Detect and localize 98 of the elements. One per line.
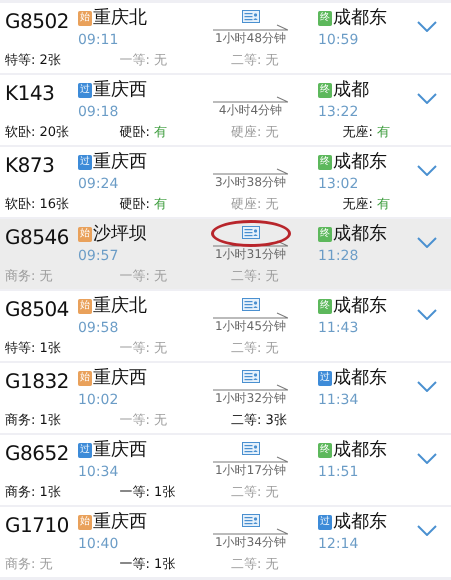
seat-availability: 二等: 无 <box>230 557 280 573</box>
departure-time: 11:28 <box>318 247 360 265</box>
travel-duration: 1小时48分钟 <box>214 31 287 46</box>
chevron-down-icon[interactable] <box>417 309 437 320</box>
seat-availability: 商务: 1张 <box>5 413 62 429</box>
travel-duration: 1小时32分钟 <box>214 391 287 406</box>
travel-duration: 3小时38分钟 <box>214 175 287 190</box>
station-badge: 终 <box>318 226 332 242</box>
seat-availability: 一等: 无 <box>118 269 168 285</box>
station-name: 重庆北 <box>93 295 147 317</box>
departure-time: 09:18 <box>78 103 120 121</box>
departure-time: 10:02 <box>78 391 120 409</box>
station-name: 成都 <box>333 79 369 101</box>
seat-availability: 特等: 1张 <box>5 341 62 357</box>
station-name: 重庆西 <box>93 511 147 533</box>
travel-duration: 1小时45分钟 <box>214 319 287 334</box>
station-name: 重庆西 <box>93 79 147 101</box>
station-badge: 终 <box>318 154 332 170</box>
station-name: 成都东 <box>333 151 387 173</box>
station-badge: 始 <box>78 10 92 26</box>
seat-availability: 一等: 无 <box>118 53 168 69</box>
seat-availability: 硬座: 无 <box>230 125 280 141</box>
chevron-down-icon[interactable] <box>417 21 437 32</box>
station-name: 成都东 <box>333 223 387 245</box>
seat-availability: 无座: 有 <box>342 125 392 141</box>
seat-availability: 商务: 1张 <box>5 485 62 501</box>
station-name: 成都东 <box>333 367 387 389</box>
station-badge: 终 <box>318 10 332 26</box>
station-badge: 终 <box>318 442 332 458</box>
train-number: K143 <box>4 80 56 107</box>
station-name: 重庆西 <box>93 439 147 461</box>
seat-availability: 商务: 无 <box>5 269 54 285</box>
train-number: G8504 <box>4 296 70 323</box>
station-name: 沙坪坝 <box>93 223 147 245</box>
train-number: G8652 <box>4 440 70 467</box>
station-badge: 过 <box>78 82 92 98</box>
chevron-down-icon[interactable] <box>417 165 437 176</box>
travel-duration: 1小时31分钟 <box>214 247 287 262</box>
train-number: G1710 <box>4 512 70 539</box>
seat-availability: 二等: 无 <box>230 53 280 69</box>
departure-time: 10:40 <box>78 535 120 553</box>
train-number: G8546 <box>4 224 70 251</box>
seat-availability: 一等: 1张 <box>118 485 176 501</box>
station-name: 重庆西 <box>93 151 147 173</box>
travel-duration: 4小时4分钟 <box>218 103 284 118</box>
seat-availability: 无座: 有 <box>342 197 392 213</box>
station-badge: 始 <box>78 514 92 530</box>
departure-time: 11:51 <box>318 463 360 481</box>
chevron-down-icon[interactable] <box>417 453 437 464</box>
station-name: 重庆西 <box>93 367 147 389</box>
chevron-down-icon[interactable] <box>417 381 437 392</box>
seat-availability: 商务: 无 <box>5 557 54 573</box>
departure-time: 09:58 <box>78 319 120 337</box>
seat-availability: 二等: 无 <box>230 341 280 357</box>
station-name: 成都东 <box>333 511 387 533</box>
station-badge: 始 <box>78 226 92 242</box>
seat-availability: 硬卧: 有 <box>118 197 168 213</box>
travel-duration: 1小时17分钟 <box>214 463 287 478</box>
train-number: K873 <box>4 152 56 179</box>
departure-time: 09:24 <box>78 175 120 193</box>
seat-availability: 一等: 1张 <box>118 557 176 573</box>
station-badge: 过 <box>78 442 92 458</box>
station-badge: 过 <box>318 370 332 386</box>
chevron-down-icon[interactable] <box>417 93 437 104</box>
seat-availability: 二等: 无 <box>230 269 280 285</box>
train-number: G1832 <box>4 368 70 395</box>
chevron-down-icon[interactable] <box>417 237 437 248</box>
travel-duration: 1小时34分钟 <box>214 535 287 550</box>
station-badge: 过 <box>78 154 92 170</box>
departure-time: 13:02 <box>318 175 360 193</box>
train-number: G8502 <box>4 8 70 35</box>
station-badge: 终 <box>318 298 332 314</box>
station-name: 成都东 <box>333 439 387 461</box>
seat-availability: 一等: 无 <box>118 413 168 429</box>
departure-time: 11:34 <box>318 391 360 409</box>
departure-time: 09:57 <box>78 247 120 265</box>
seat-availability: 硬卧: 有 <box>118 125 168 141</box>
seat-availability: 一等: 无 <box>118 341 168 357</box>
departure-time: 12:14 <box>318 535 360 553</box>
station-name: 重庆北 <box>93 7 147 29</box>
station-name: 成都东 <box>333 295 387 317</box>
departure-time: 11:43 <box>318 319 360 337</box>
station-badge: 始 <box>78 370 92 386</box>
seat-availability: 硬座: 无 <box>230 197 280 213</box>
departure-time: 10:59 <box>318 31 360 49</box>
chevron-down-icon[interactable] <box>417 525 437 536</box>
departure-time: 09:11 <box>78 31 120 49</box>
station-badge: 终 <box>318 82 332 98</box>
departure-time: 10:34 <box>78 463 120 481</box>
seat-availability: 软卧: 16张 <box>5 197 70 213</box>
seat-availability: 二等: 无 <box>230 485 280 501</box>
seat-availability: 二等: 3张 <box>230 413 288 429</box>
departure-time: 13:22 <box>318 103 360 121</box>
station-badge: 始 <box>78 298 92 314</box>
station-name: 成都东 <box>333 7 387 29</box>
station-badge: 过 <box>318 514 332 530</box>
seat-availability: 软卧: 20张 <box>5 125 70 141</box>
seat-availability: 特等: 2张 <box>5 53 62 69</box>
